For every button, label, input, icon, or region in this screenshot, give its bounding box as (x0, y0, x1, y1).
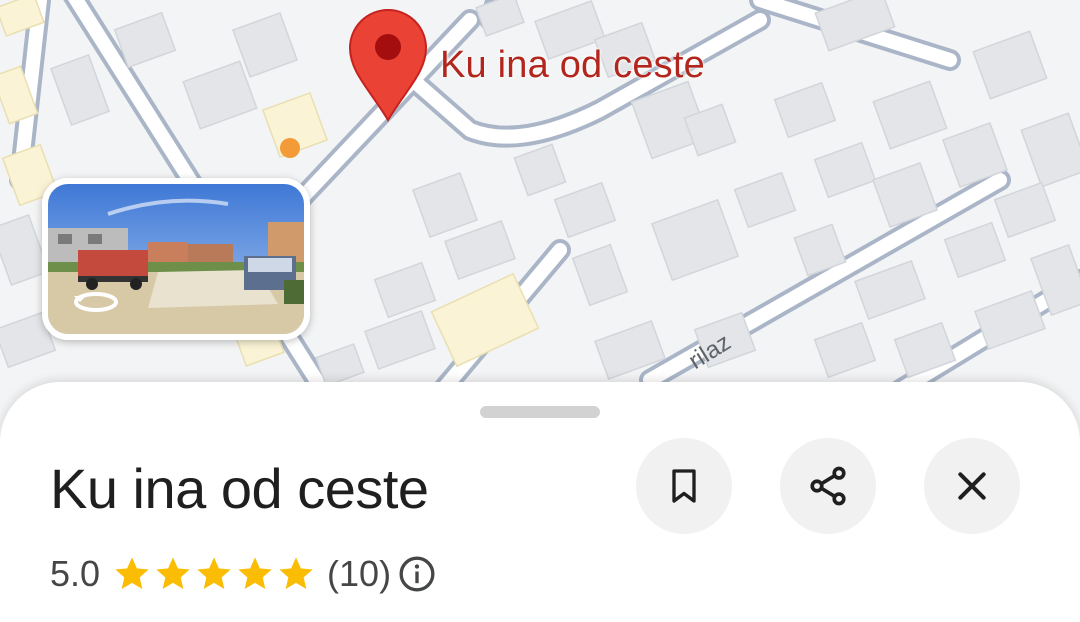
star-icon (197, 557, 231, 589)
close-icon (958, 472, 986, 500)
save-button[interactable] (636, 438, 732, 534)
map-pin-label[interactable]: Ku ina od ceste (440, 44, 705, 87)
close-button[interactable] (924, 438, 1020, 534)
review-count[interactable]: (10) (327, 553, 391, 595)
street-view-thumbnail[interactable] (42, 178, 310, 340)
star-icon (238, 557, 272, 589)
sheet-drag-handle[interactable] (480, 406, 600, 418)
star-icon (115, 557, 149, 589)
info-icon[interactable] (397, 554, 437, 594)
share-button[interactable] (780, 438, 876, 534)
rating-value: 5.0 (50, 553, 101, 594)
share-icon (810, 466, 846, 506)
rating-row[interactable]: 5.0 (10) (50, 552, 437, 596)
bookmark-icon (672, 469, 696, 503)
place-title: Ku ina od ceste (50, 457, 429, 520)
star-rating (112, 554, 317, 594)
place-bottom-sheet[interactable]: Ku ina od ceste 5.0 (10) (0, 382, 1080, 622)
star-icon (156, 557, 190, 589)
star-icon (279, 557, 313, 589)
map-pin-label-text: Ku ina od ceste (440, 44, 705, 86)
